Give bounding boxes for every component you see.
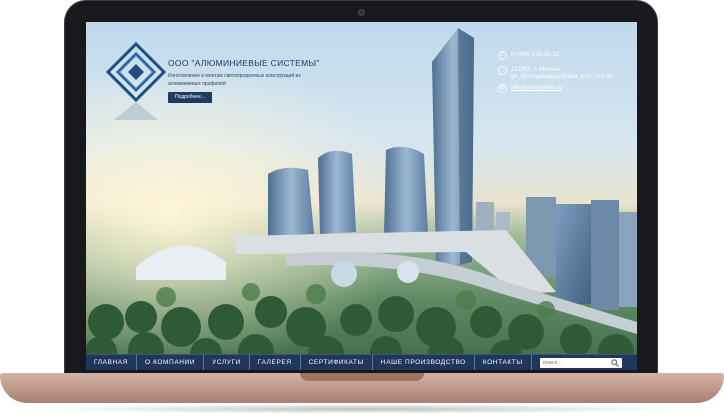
company-tagline: Изготовление и монтаж светопрозрачных ко… — [168, 73, 301, 87]
search-input[interactable] — [542, 357, 605, 368]
phone-number: 8 (499) 678-02-15 — [511, 52, 560, 58]
company-name: ООО "АЛЮМИНИЕВЫЕ СИСТЕМЫ" — [168, 58, 320, 68]
nav-item-production[interactable]: НАШЕ ПРОИЗВОДСТВО — [373, 354, 475, 370]
address-text: 121351, г. Москва, ул. Молодогвардейская… — [511, 67, 613, 81]
company-logo[interactable] — [106, 42, 166, 122]
nav-item-services[interactable]: УСЛУГИ — [204, 354, 250, 370]
nav-item-home[interactable]: ГЛАВНАЯ — [86, 354, 138, 370]
email-link[interactable]: info@al-systems.ru — [511, 85, 562, 92]
nav-item-certificates[interactable]: СЕРТИФИКАТЫ — [301, 354, 373, 370]
more-info-button[interactable]: Подробнее... — [168, 92, 212, 103]
address-line-2: ул. Молодогвардейская, д.61, стр.32 — [511, 74, 613, 80]
website-screen: ООО "АЛЮМИНИЕВЫЕ СИСТЕМЫ" Изготовление и… — [86, 22, 637, 370]
laptop-notch — [300, 373, 424, 381]
search-box — [539, 357, 622, 368]
main-navigation: ГЛАВНАЯ О КОМПАНИИ УСЛУГИ ГАЛЕРЕЯ СЕРТИФ… — [86, 354, 637, 370]
camera-icon — [358, 9, 365, 16]
nav-item-about[interactable]: О КОМПАНИИ — [137, 354, 205, 370]
nav-item-contacts[interactable]: КОНТАКТЫ — [475, 354, 532, 370]
mail-icon: @ — [498, 84, 507, 93]
phone-icon: ✆ — [498, 51, 507, 60]
address-line-1: 121351, г. Москва, — [511, 67, 562, 73]
nav-item-gallery[interactable]: ГАЛЕРЕЯ — [250, 354, 301, 370]
laptop-shadow — [40, 404, 684, 414]
location-icon: ⌂ — [498, 66, 507, 75]
search-icon[interactable] — [610, 358, 619, 367]
